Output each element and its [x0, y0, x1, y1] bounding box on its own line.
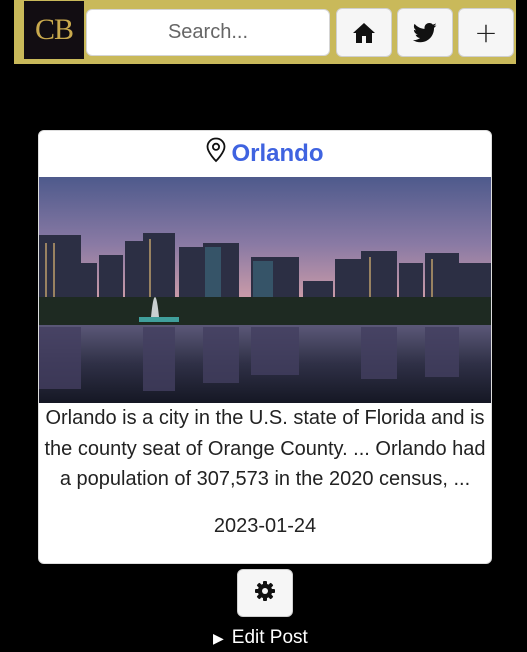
- post-description: Orlando is a city in the U.S. state of F…: [44, 407, 486, 490]
- map-pin-icon: [206, 137, 226, 168]
- home-icon: [352, 22, 376, 44]
- edit-post-toggle[interactable]: ▶ Edit Post: [213, 627, 308, 649]
- home-button[interactable]: [336, 8, 392, 57]
- post-date: 2023-01-24: [213, 515, 317, 537]
- disclosure-triangle-icon: ▶: [213, 629, 224, 646]
- logo-text: CB: [34, 13, 74, 46]
- search-input[interactable]: [86, 9, 330, 56]
- settings-button[interactable]: [237, 569, 293, 617]
- twitter-button[interactable]: [397, 8, 453, 57]
- edit-post-label: Edit Post: [231, 627, 308, 648]
- post-card: Orlando Orlando is a city in the U.S. st…: [38, 130, 492, 564]
- add-post-button[interactable]: +: [458, 8, 514, 57]
- twitter-icon: [413, 22, 437, 43]
- plus-icon: +: [474, 15, 498, 49]
- site-logo[interactable]: CB: [24, 1, 84, 59]
- post-title-link[interactable]: Orlando: [231, 140, 323, 168]
- post-header: Orlando: [39, 131, 491, 177]
- post-image: [39, 177, 491, 403]
- gear-icon: [254, 580, 276, 607]
